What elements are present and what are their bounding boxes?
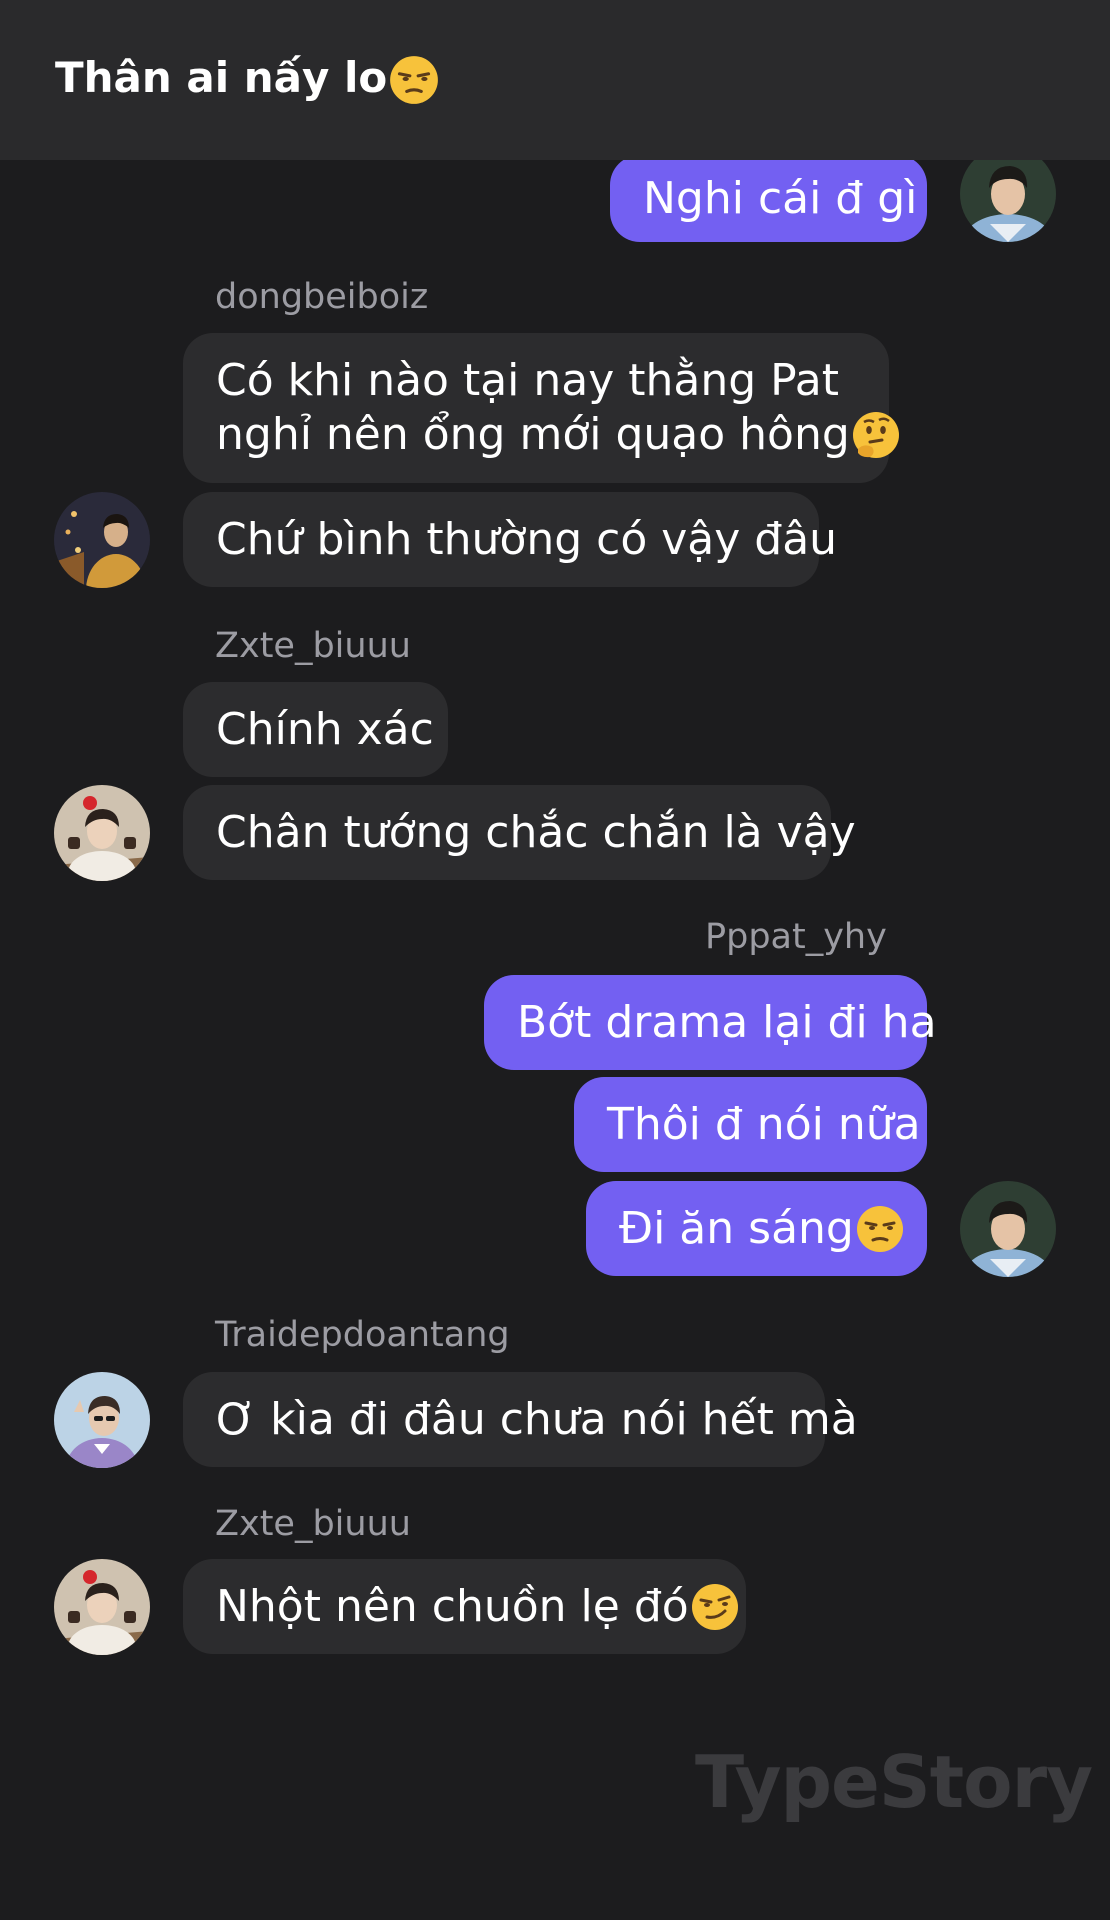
message-bubble-incoming[interactable]: Có khi nào tại nay thằng Pat nghỉ nên ổn… (183, 333, 899, 483)
message-bubble-outgoing[interactable]: Đi ăn sáng (586, 1181, 927, 1276)
sender-name: Zxte_biuuu (215, 1504, 411, 1544)
message-bubble-incoming[interactable]: Chứ bình thường có vậy đâu (183, 492, 837, 587)
chat-title-text: Thân ai nấy lo (55, 52, 388, 102)
message-text: Chứ bình thường có vậy đâu (216, 514, 838, 565)
thinking-face-icon (850, 409, 902, 461)
avatar-traidepdoantang[interactable] (54, 1372, 150, 1468)
message-bubble-incoming[interactable]: Ơ kìa đi đâu chưa nói hết mà (183, 1372, 858, 1467)
chat-title: Thân ai nấy lo (55, 53, 441, 108)
avatar-zxte-biuuu[interactable] (54, 785, 150, 881)
watermark: TypeStory (695, 1740, 1093, 1824)
message-bubble-incoming[interactable]: Nhột nên chuồn lẹ đó (183, 1559, 746, 1654)
avatar-zxte-biuuu[interactable] (54, 1559, 150, 1655)
message-text-line-2: nghỉ nên ổng mới quạo hông (216, 408, 902, 462)
sender-name: dongbeiboiz (215, 277, 429, 317)
message-text: Nghi cái đ gì (643, 173, 918, 224)
message-text: Nhột nên chuồn lẹ đó (216, 1581, 689, 1632)
chat-thread[interactable]: Nghi cái đ gì dongbeiboiz Có khi nào tại… (0, 0, 1110, 1920)
smirking-face-icon (689, 1581, 741, 1633)
message-text: Đi ăn sáng (619, 1203, 854, 1254)
sender-name: Pppat_yhy (705, 917, 887, 957)
sender-name: Traidepdoantang (215, 1315, 510, 1355)
message-text-line-1: Có khi nào tại nay thằng Pat (216, 355, 839, 406)
message-bubble-outgoing[interactable]: Nghi cái đ gì (610, 155, 927, 242)
avatar-dongbeiboiz[interactable] (54, 492, 150, 588)
unamused-face-icon (854, 1203, 906, 1255)
message-text: Chân tướng chắc chắn là vậy (216, 807, 856, 858)
message-text: Chính xác (216, 704, 434, 755)
message-text: Ơ kìa đi đâu chưa nói hết mà (216, 1394, 858, 1445)
message-text: Thôi đ nói nữa (607, 1099, 921, 1150)
message-bubble-outgoing[interactable]: Thôi đ nói nữa (574, 1077, 927, 1172)
message-bubble-incoming[interactable]: Chân tướng chắc chắn là vậy (183, 785, 856, 880)
unamused-face-icon (387, 53, 441, 107)
message-bubble-incoming[interactable]: Chính xác (183, 682, 448, 777)
message-text-line-2-text: nghỉ nên ổng mới quạo hông (216, 409, 850, 460)
message-bubble-outgoing[interactable]: Bớt drama lại đi ha (484, 975, 937, 1070)
avatar-pppat-yhy[interactable] (960, 146, 1056, 242)
sender-name: Zxte_biuuu (215, 626, 411, 666)
chat-header: Thân ai nấy lo (0, 0, 1110, 160)
message-text: Bớt drama lại đi ha (517, 997, 937, 1048)
avatar-pppat-yhy[interactable] (960, 1181, 1056, 1277)
